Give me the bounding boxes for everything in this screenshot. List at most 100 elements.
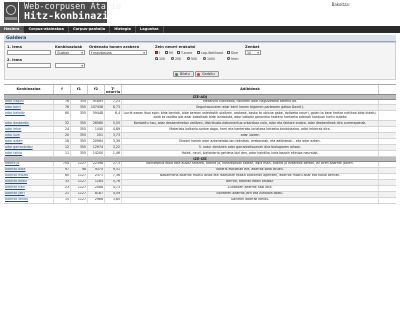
measure-loglike-label: Log-likelihood <box>201 50 224 55</box>
freq-cell: 24 <box>54 127 71 133</box>
menu-item-laguntza[interactable]: Laguntza <box>136 26 164 33</box>
lemma2-input[interactable] <box>7 63 51 68</box>
measure-f-checkbox[interactable] <box>155 51 158 54</box>
limit-200-radio[interactable] <box>171 57 174 60</box>
example-cell: Kontzeitu hau, adar desberdinetan zatitz… <box>122 121 379 127</box>
col-f1[interactable]: f1 <box>71 85 88 94</box>
menu-item-corpus-pantaila[interactable]: Corpus-pantaila <box>69 26 111 33</box>
t-score-cell: 1,46 <box>105 151 122 157</box>
table-row: adarrak kendu 15 1127 2986 3,85 Gainetik adar… <box>4 197 396 204</box>
garbitu-button-label: Garbitu <box>202 72 215 76</box>
freq1-cell: 355 <box>71 99 88 105</box>
t-score-cell: 5,76 <box>105 179 122 185</box>
measure-dice-checkbox[interactable] <box>227 51 230 54</box>
freq2-cell: 2371 <box>88 173 105 179</box>
combination-link[interactable]: adarrak bota <box>4 167 54 173</box>
freq-cell: 76 <box>54 99 71 105</box>
t-score-cell: 3,22 <box>105 145 122 151</box>
combination-link[interactable]: adar garrantzitsu <box>4 145 54 151</box>
combination-link[interactable]: adar bakoitz <box>4 111 54 121</box>
combination-link[interactable]: adarrak ebaki <box>4 179 54 185</box>
measure-loglike-checkbox[interactable] <box>197 51 200 54</box>
clear-icon <box>197 73 201 77</box>
t-score-cell: 3,73 <box>105 133 122 139</box>
freq-cell: 754 <box>54 161 71 167</box>
logo[interactable] <box>4 2 18 23</box>
col-f2[interactable]: f2 <box>88 85 105 94</box>
limit-100-radio[interactable] <box>155 57 158 60</box>
menu-item-corpus-ataleakoa[interactable]: Corpus-ataleakoa <box>24 26 69 33</box>
limit-200-label: 200 <box>175 56 182 61</box>
freq2-cell: 91893 <box>88 99 105 105</box>
menu-item-hiztegia[interactable]: Hiztegia <box>110 26 136 33</box>
freq2-cell: 22398 <box>88 161 105 167</box>
combination-link[interactable]: adarrak moztu <box>4 173 54 179</box>
col-t-neurria[interactable]: T-neurria <box>105 85 122 94</box>
combination-link[interactable]: adarrak kendu <box>4 197 54 203</box>
konbinazioak-select[interactable]: Guztiak <box>55 50 85 55</box>
lemma2-pos-select[interactable] <box>55 63 85 68</box>
limit-500-label: 500 <box>191 56 198 61</box>
combination-link[interactable]: adar txikia <box>4 151 54 157</box>
bilatu-button-label: Bilatu <box>180 72 190 76</box>
t-score-cell: 3,85 <box>105 197 122 203</box>
example-cell: Biderik estuenak ere, adarrak bota zitue… <box>122 167 379 173</box>
freq-cell: 20 <box>54 133 71 139</box>
example-cell: Gainetik adarrak kendu. <box>122 197 379 203</box>
irten-radio[interactable] <box>227 57 230 60</box>
search-icon <box>175 73 179 77</box>
query-panel: 1. lema Konbinazioak Guztiak Ordenatu ho… <box>4 42 396 80</box>
zenbat-select[interactable]: 10 <box>245 50 261 55</box>
measure-mi-checkbox[interactable] <box>165 51 168 54</box>
combination-link[interactable]: adar nagusi <box>4 99 54 105</box>
freq1-cell: 98 <box>71 167 88 173</box>
t-score-cell: 6,73 <box>105 105 122 111</box>
freq-cell: 23 <box>54 185 71 191</box>
measure-tscore-checkbox[interactable] <box>177 51 180 54</box>
logo-caption <box>5 17 17 20</box>
seal-icon <box>6 5 16 15</box>
example-cell: Materiala kalkario-sortze dago, harri et… <box>122 127 379 133</box>
bilatu-button[interactable]: Bilatu <box>173 71 194 77</box>
freq1-cell: 355 <box>71 133 88 139</box>
freq2-cell: 107458 <box>88 105 105 111</box>
lemma1-label: 1. lema <box>7 45 22 49</box>
combination-link[interactable]: adar luze <box>4 133 54 139</box>
col-adibideak: Adibideak <box>122 85 379 94</box>
example-cell: Lurrik ezean itsoi egin: bide berriak, b… <box>122 111 379 121</box>
freq2-cell: 9375 <box>88 167 105 173</box>
freq-cell: 16 <box>54 139 71 145</box>
freq2-cell: 14200 <box>88 151 105 157</box>
results-table: Konbinazioa f f1 f2 T-neurria Adibideak … <box>4 84 396 320</box>
query-panel-title: Galdera <box>4 35 396 42</box>
freq-cell: 76 <box>54 105 71 111</box>
t-score-cell: 5,55 <box>105 121 122 127</box>
table-body: IZE-ADJ adar nagusi 76 355 91893 7,23 Mekanika… <box>4 95 396 204</box>
example-cell: Berriro, adarrak ebaki kausaz. <box>122 179 379 185</box>
lemma1-input[interactable] <box>7 50 51 55</box>
combination-link[interactable]: adarrak hazi <box>4 185 54 191</box>
ordenatu-label: Ordenatu honen arabera <box>89 45 140 49</box>
col-f[interactable]: f <box>54 85 71 94</box>
freq2-cell: 12974 <box>88 145 105 151</box>
limit-1000-radio[interactable] <box>203 57 206 60</box>
example-cell: Kontzeptua biolo etta ausaz hartzea, ada… <box>122 161 379 167</box>
freq2-cell: 8187 <box>88 191 105 197</box>
col-konbinazioa[interactable]: Konbinazioa <box>4 85 54 94</box>
combination-link[interactable]: adar berri <box>4 105 54 111</box>
freq-cell: 15 <box>54 197 71 203</box>
combination-link[interactable]: adar azken <box>4 139 54 145</box>
freq1-cell: 355 <box>71 139 88 145</box>
freq2-cell: 201 <box>88 133 105 139</box>
freq1-cell: 1127 <box>71 191 88 197</box>
t-score-cell: 6,4 <box>105 111 122 121</box>
combination-link[interactable]: adarrak jarri <box>4 191 54 197</box>
t-score-cell: 9,31 <box>105 167 122 173</box>
ordenatu-select[interactable]: f maiztasuna <box>89 50 147 55</box>
combination-link[interactable]: adarra jo <box>4 161 54 167</box>
menu-item-hasiera[interactable]: Hasiera <box>0 26 25 33</box>
combination-link[interactable]: adar lehor <box>4 127 54 133</box>
combination-link[interactable]: adar desberdin <box>4 121 54 127</box>
garbitu-button[interactable]: Garbitu <box>195 71 219 77</box>
limit-500-radio[interactable] <box>187 57 190 60</box>
